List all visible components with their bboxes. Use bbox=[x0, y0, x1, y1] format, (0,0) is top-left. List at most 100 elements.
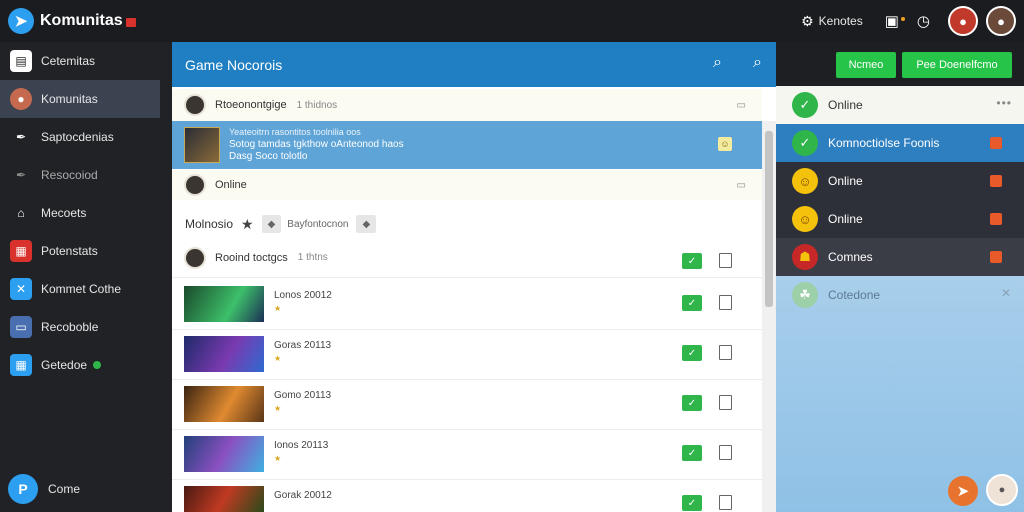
sidebar-item-mecoets[interactable]: ⌂ Mecoets bbox=[0, 194, 172, 232]
folder-icon[interactable]: ▭ bbox=[737, 180, 746, 191]
search-icon[interactable]: ⌕ bbox=[753, 54, 762, 72]
more-icon[interactable]: ••• bbox=[996, 96, 1012, 110]
kenotes-link[interactable]: ⚙ Kenotes bbox=[801, 13, 863, 30]
sidebar-item-resocoiod[interactable]: ✒ Resocoiod bbox=[0, 156, 172, 194]
pin-icon: ✒ bbox=[15, 130, 27, 144]
sidebar-item-label: Recoboble bbox=[41, 320, 99, 334]
brand[interactable]: ➤ Komunitas bbox=[8, 8, 136, 34]
table-row[interactable]: Gomo 20113 ★ ✓ bbox=[172, 380, 762, 430]
folder-icon[interactable]: ▭ bbox=[737, 100, 746, 111]
sidebar: ▤ Cetemitas ● Komunitas ✒ Saptocdenias ✒… bbox=[0, 42, 172, 512]
star-icon[interactable]: ★ bbox=[241, 216, 254, 233]
game-thumbnail bbox=[184, 436, 264, 472]
notification-dot bbox=[900, 17, 905, 21]
compose-button[interactable]: ➤ bbox=[948, 476, 978, 506]
check-button[interactable]: ✓ bbox=[682, 345, 702, 361]
app-name: Komunitas bbox=[40, 12, 123, 29]
top-bar: ➤ Komunitas ⚙ Kenotes ▣ ◷ ● ● bbox=[0, 0, 1024, 42]
sidebar-item-potenstats[interactable]: ▦ Potenstats bbox=[0, 232, 172, 270]
table-row[interactable]: Goras 20113 ★ ✓ bbox=[172, 330, 762, 380]
avatar bbox=[184, 174, 206, 196]
sidebar-item-getedoe[interactable]: ▦ Getedoe bbox=[0, 346, 172, 384]
featured-line-1: Yeateoitrn rasontitos toolnilia oos bbox=[229, 127, 361, 137]
checkbox[interactable] bbox=[719, 345, 732, 360]
right-item-online[interactable]: ✓ Online ••• bbox=[776, 86, 1024, 124]
grid-icon: ▦ bbox=[10, 240, 32, 262]
pin-icon: ✒ bbox=[15, 168, 27, 182]
scrollbar[interactable] bbox=[762, 121, 776, 512]
sticker-icon[interactable]: ☺ bbox=[718, 137, 732, 151]
sidebar-item-komunitas[interactable]: ● Komunitas bbox=[0, 80, 160, 118]
check-button[interactable]: ✓ bbox=[682, 295, 702, 311]
sidebar-bottom[interactable]: P Come bbox=[8, 474, 80, 504]
avatar-primary[interactable]: ● bbox=[948, 6, 978, 36]
avatar[interactable]: ● bbox=[986, 474, 1018, 506]
chip-icon[interactable]: ◆ bbox=[261, 215, 282, 233]
avatar bbox=[184, 246, 206, 269]
row-text: Online bbox=[215, 179, 247, 191]
right-item-online-2[interactable]: ☺ Online bbox=[776, 162, 1024, 200]
checkbox[interactable] bbox=[719, 445, 732, 460]
game-thumbnail bbox=[184, 336, 264, 372]
more-icon[interactable]: ✕ bbox=[1001, 286, 1012, 300]
row-sub: 1 thidnos bbox=[296, 99, 338, 111]
sidebar-item-cetemitas[interactable]: ▤ Cetemitas bbox=[0, 42, 172, 80]
window-icon: ▭ bbox=[10, 316, 32, 338]
sidebar-bottom-label: Come bbox=[48, 482, 81, 496]
right-item-comnes[interactable]: ☗ Comnes bbox=[776, 238, 1024, 276]
avatar-secondary[interactable]: ● bbox=[986, 6, 1016, 36]
game-thumbnail bbox=[184, 386, 264, 422]
checkbox[interactable] bbox=[719, 395, 732, 410]
game-thumbnail bbox=[184, 286, 264, 322]
game-title: Ionos 20113 bbox=[274, 440, 329, 451]
note-icon[interactable]: ▣ bbox=[885, 12, 905, 30]
check-icon: ✓ bbox=[792, 130, 818, 156]
featured-item[interactable]: Yeateoitrn rasontitos toolnilia oos Soto… bbox=[172, 121, 762, 169]
tag-icon[interactable] bbox=[990, 213, 1002, 225]
checkbox[interactable] bbox=[719, 495, 732, 510]
emoji-icon: ☺ bbox=[792, 206, 818, 232]
checkbox[interactable] bbox=[719, 295, 732, 310]
right-item-komnoctiolse[interactable]: ✓ Komnoctiolse Foonis bbox=[776, 124, 1024, 162]
sidebar-item-recoboble[interactable]: ▭ Recoboble bbox=[0, 308, 172, 346]
list-item[interactable]: Online ▭ bbox=[172, 170, 762, 200]
check-button[interactable]: ✓ bbox=[682, 495, 702, 511]
check-button[interactable]: ✓ bbox=[682, 253, 702, 269]
scrollbar-thumb[interactable] bbox=[765, 131, 773, 307]
avatar-icon: ● bbox=[10, 88, 32, 110]
tag-icon[interactable] bbox=[990, 137, 1002, 149]
chip-icon[interactable]: ◆ bbox=[356, 215, 377, 233]
sidebar-item-kommet-cothe[interactable]: ✕ Kommet Cothe bbox=[0, 270, 172, 308]
page-icon: ▤ bbox=[10, 50, 32, 72]
search-icon[interactable]: ⌕ bbox=[713, 54, 722, 72]
table-row[interactable]: Gorak 20012 ✓ bbox=[172, 480, 762, 512]
page-title: Game Nocorois bbox=[185, 56, 283, 73]
tag-icon[interactable] bbox=[990, 251, 1002, 263]
cross-icon: ✕ bbox=[10, 278, 32, 300]
game-title: Gorak 20012 bbox=[274, 490, 332, 501]
check-button[interactable]: ✓ bbox=[682, 445, 702, 461]
sidebar-item-saptocdenias[interactable]: ✒ Saptocdenias bbox=[0, 118, 172, 156]
primary-button[interactable]: Ncmeo bbox=[836, 52, 896, 78]
list-item[interactable]: Rooind toctgcs 1 thtns ✓ bbox=[172, 238, 762, 278]
featured-thumbnail bbox=[184, 127, 220, 163]
right-item-label: Online bbox=[828, 98, 863, 112]
check-button[interactable]: ✓ bbox=[682, 395, 702, 411]
table-row[interactable]: Ionos 20113 ★ ✓ bbox=[172, 430, 762, 480]
sidebar-item-label: Komunitas bbox=[41, 92, 98, 106]
right-item-cotedone[interactable]: ☘ Cotedone ✕ bbox=[776, 276, 1024, 314]
right-item-label: Online bbox=[828, 174, 863, 188]
right-item-online-3[interactable]: ☺ Online bbox=[776, 200, 1024, 238]
sidebar-item-label: Mecoets bbox=[41, 206, 87, 220]
clock-icon[interactable]: ◷ bbox=[917, 12, 930, 30]
checkbox[interactable] bbox=[719, 253, 732, 268]
star-icon: ★ bbox=[274, 454, 282, 463]
list-item[interactable]: Rtoeonontgige 1 thidnos ▭ bbox=[172, 89, 762, 121]
check-icon: ✓ bbox=[792, 92, 818, 118]
secondary-button[interactable]: Pee Doenelfcmo bbox=[902, 52, 1012, 78]
tag-icon[interactable] bbox=[990, 175, 1002, 187]
game-thumbnail bbox=[184, 486, 264, 512]
section-label: Molnosio bbox=[185, 217, 234, 231]
table-row[interactable]: Lonos 20012 ★ ✓ bbox=[172, 280, 762, 330]
section-chip-label: Bayfontocnon bbox=[287, 218, 349, 230]
